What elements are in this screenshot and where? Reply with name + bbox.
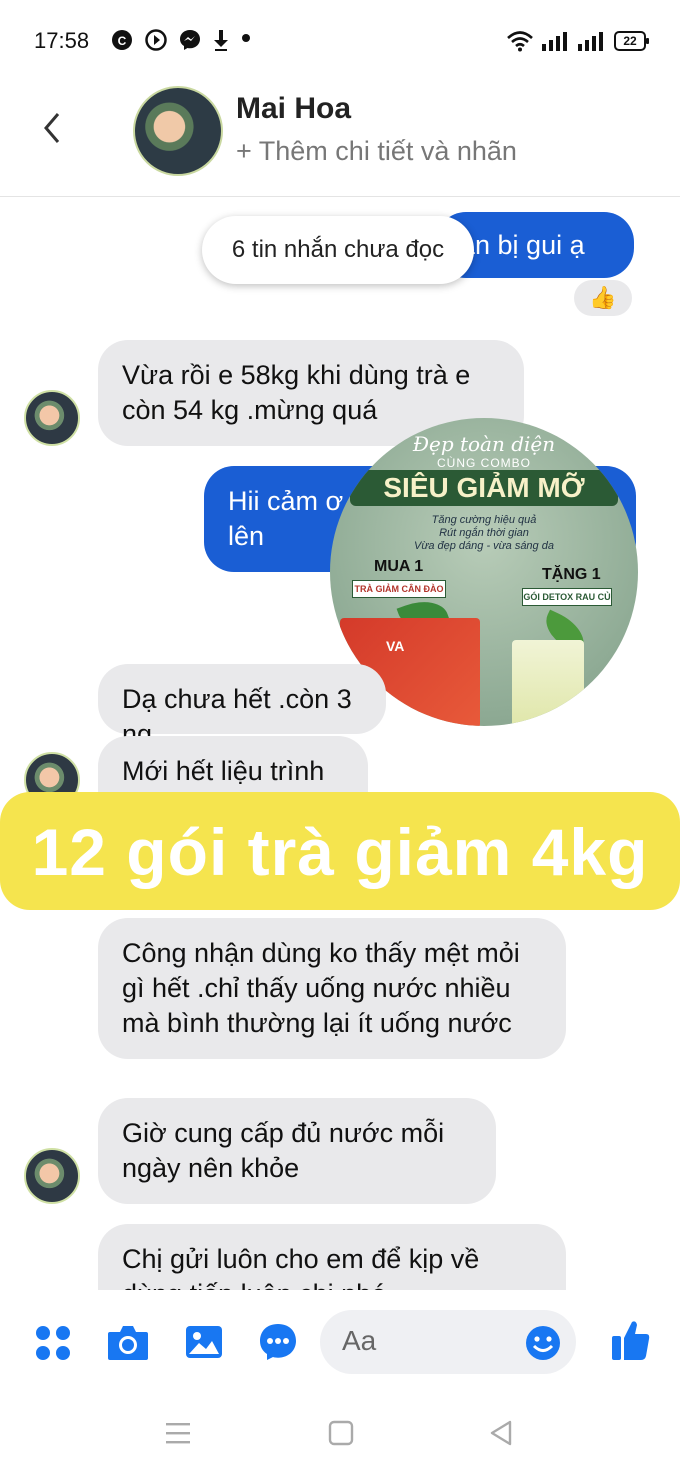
banner-text: 12 gói trà giảm 4kg [31, 815, 649, 889]
brand-logo: VA [386, 638, 405, 654]
message-placeholder: Aa [342, 1325, 377, 1356]
thumbs-up-send-icon[interactable] [610, 1318, 652, 1367]
message-text: Công nhận dùng ko thấy mệt mỏi gì hết .c… [122, 938, 520, 1038]
promo-headline: SIÊU GIẢM MỠ [350, 470, 618, 506]
incoming-message-4[interactable]: Công nhận dùng ko thấy mệt mỏi gì hết .c… [98, 918, 566, 1059]
message-text: Giờ cung cấp đủ nước mỗi ngày nên khỏe [122, 1118, 445, 1183]
more-apps-icon[interactable] [34, 1324, 72, 1367]
status-time: 17:58 [34, 28, 90, 53]
message-text: Hii cảm ơ lên [228, 486, 344, 551]
detox-box-image [512, 640, 584, 726]
contact-name[interactable]: Mai Hoa [236, 92, 351, 126]
svg-text:C: C [118, 34, 127, 48]
status-bar: 17:58 C 22 [0, 0, 680, 80]
promo-script-text: Đẹp toàn diện [412, 432, 556, 456]
signal-icon-2 [576, 30, 604, 57]
dot-icon [242, 34, 250, 42]
battery-icon: 22 [614, 31, 649, 51]
wifi-icon [506, 30, 534, 57]
sender-avatar[interactable] [24, 390, 80, 446]
back-arrow-icon[interactable] [40, 110, 64, 155]
voice-message-icon[interactable] [258, 1322, 298, 1367]
cc-icon: C [110, 28, 134, 58]
promo-gift-label: TẶNG 1 [542, 566, 601, 583]
gallery-icon[interactable] [184, 1322, 224, 1367]
message-text: Vừa rồi e 58kg khi dùng trà e còn 54 kg … [122, 360, 471, 425]
incoming-message-5[interactable]: Giờ cung cấp đủ nước mỗi ngày nên khỏe [98, 1098, 496, 1204]
signal-icon-1 [540, 30, 568, 57]
promo-taglines: Tăng cường hiệu quả Rút ngắn thời gian V… [414, 514, 554, 552]
emoji-icon[interactable] [524, 1324, 562, 1367]
camera-icon[interactable] [106, 1322, 150, 1367]
message-text: ận bị gui ạ [460, 230, 585, 260]
promo-buy-label: MUA 1 [374, 558, 424, 575]
thumbs-up-reaction-icon[interactable]: 👍 [574, 280, 632, 316]
promo-gift-item: GÓI DETOX RAU CỦ [522, 588, 612, 606]
add-details-link[interactable]: + Thêm chi tiết và nhãn [236, 136, 517, 167]
play-icon [144, 28, 168, 58]
contact-avatar[interactable] [133, 86, 223, 176]
message-composer: Aa [0, 1290, 680, 1400]
download-icon [212, 28, 230, 58]
unread-messages-pill[interactable]: 6 tin nhắn chưa đọc [202, 216, 474, 284]
system-nav-bar [0, 1400, 680, 1473]
home-icon[interactable] [328, 1420, 354, 1451]
message-text: Mới hết liệu trình [122, 756, 325, 786]
conversation-header: Mai Hoa + Thêm chi tiết và nhãn [0, 80, 680, 197]
promo-combo-text: CÙNG COMBO [437, 456, 531, 470]
back-icon[interactable] [488, 1420, 514, 1451]
messenger-icon [178, 28, 202, 58]
message-input[interactable]: Aa [320, 1310, 576, 1374]
promo-banner: 12 gói trà giảm 4kg [0, 792, 680, 910]
promo-buy-item: TRÀ GIẢM CÂN ĐÀO [352, 580, 446, 598]
incoming-message-2[interactable]: Dạ chưa hết .còn 3 ng [98, 664, 386, 749]
sender-avatar[interactable] [24, 1148, 80, 1204]
recent-apps-icon[interactable] [164, 1420, 192, 1451]
